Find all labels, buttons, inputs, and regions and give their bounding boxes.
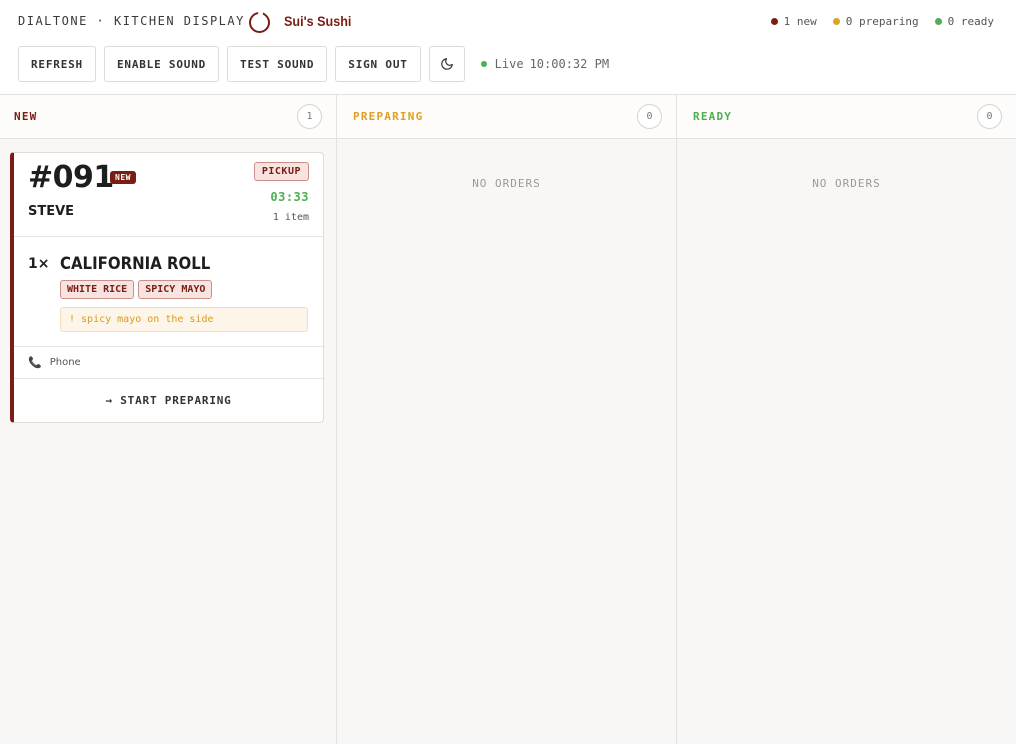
column-count-preparing: 0 — [637, 104, 662, 129]
theme-toggle-button[interactable] — [428, 46, 465, 82]
column-title-new: NEW — [14, 110, 38, 123]
live-label: Live — [494, 57, 524, 71]
column-new: NEW 1 #091 NEW STEVE PICKUP 03:33 1 item… — [0, 95, 337, 744]
test-sound-button[interactable]: TEST SOUND — [227, 46, 328, 82]
order-item: 1× CALIFORNIA ROLL WHITE RICE SPICY MAYO… — [14, 237, 323, 347]
item-name: CALIFORNIA ROLL — [60, 254, 211, 274]
ready-dot-icon — [934, 18, 942, 25]
column-header-preparing: PREPARING 0 — [337, 95, 676, 139]
modifier-tag: WHITE RICE — [60, 280, 135, 299]
order-type-badge: PICKUP — [253, 162, 309, 181]
customer-name: STEVE — [28, 204, 75, 219]
order-card[interactable]: #091 NEW STEVE PICKUP 03:33 1 item 1× CA… — [10, 152, 324, 423]
count-preparing: 0 preparing — [832, 15, 919, 28]
column-count-ready: 0 — [977, 104, 1002, 129]
order-source: 📞 Phone — [14, 347, 323, 379]
live-dot-icon — [480, 61, 487, 67]
live-time: 10:00:32 PM — [529, 57, 610, 71]
header: DIALTONE · KITCHEN DISPLAY Sui's Sushi 1… — [0, 0, 1016, 95]
status-counts: 1 new 0 preparing 0 ready — [770, 15, 994, 28]
order-number: #091 — [28, 160, 114, 195]
order-timer: 03:33 — [270, 190, 309, 204]
order-board: NEW 1 #091 NEW STEVE PICKUP 03:33 1 item… — [0, 95, 1016, 744]
moon-icon — [440, 58, 453, 70]
column-header-ready: READY 0 — [677, 95, 1016, 139]
item-quantity: 1× — [28, 256, 50, 272]
column-count-new: 1 — [297, 104, 322, 129]
preparing-dot-icon — [832, 18, 840, 25]
live-indicator: Live 10:00:32 PM — [480, 57, 610, 71]
order-source-label: Phone — [49, 357, 81, 368]
column-ready: READY 0 NO ORDERS — [677, 95, 1016, 744]
column-title-ready: READY — [693, 110, 733, 123]
phone-icon: 📞 — [28, 356, 42, 369]
enable-sound-button[interactable]: ENABLE SOUND — [103, 46, 220, 82]
order-card-header: #091 NEW STEVE PICKUP 03:33 1 item — [14, 153, 323, 237]
restaurant-name: Sui's Sushi — [284, 13, 352, 29]
new-badge: NEW — [110, 171, 136, 184]
column-title-preparing: PREPARING — [353, 110, 424, 123]
items-count: 1 item — [272, 212, 309, 223]
empty-state: NO ORDERS — [812, 177, 881, 190]
app-brand: DIALTONE · KITCHEN DISPLAY — [18, 14, 245, 28]
item-modifiers: WHITE RICE SPICY MAYO — [60, 280, 213, 299]
new-dot-icon — [770, 18, 778, 25]
count-ready-label: 0 ready — [947, 15, 994, 28]
modifier-tag: SPICY MAYO — [138, 280, 213, 299]
refresh-button[interactable]: REFRESH — [18, 46, 96, 82]
item-note: ! spicy mayo on the side — [60, 307, 308, 332]
start-preparing-button[interactable]: → START PREPARING — [14, 379, 323, 422]
toolbar: REFRESH ENABLE SOUND TEST SOUND SIGN OUT… — [18, 46, 609, 82]
column-header-new: NEW 1 — [0, 95, 336, 139]
count-new-label: 1 new — [783, 15, 817, 28]
count-preparing-label: 0 preparing — [845, 15, 919, 28]
column-preparing: PREPARING 0 NO ORDERS — [337, 95, 677, 744]
sign-out-button[interactable]: SIGN OUT — [335, 46, 421, 82]
count-ready: 0 ready — [934, 15, 994, 28]
restaurant-logo-icon — [249, 11, 270, 33]
empty-state: NO ORDERS — [472, 177, 541, 190]
count-new: 1 new — [770, 15, 817, 28]
